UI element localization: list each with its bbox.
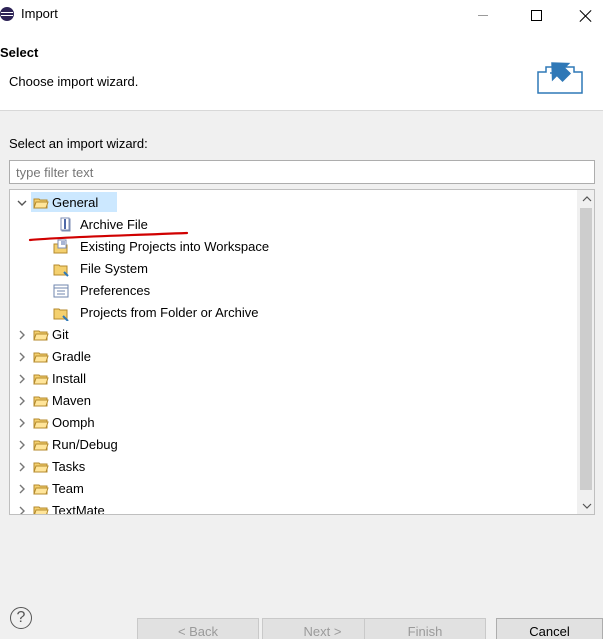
import-wizard-icon <box>537 62 583 94</box>
wizard-tree-content: General Archive File Existing Projects i… <box>10 190 576 514</box>
tree-item-git[interactable]: Git <box>10 324 570 346</box>
maximize-button[interactable] <box>513 0 559 31</box>
projects-folder-icon <box>53 308 69 321</box>
folder-icon <box>33 330 49 341</box>
existing-projects-icon <box>53 239 68 254</box>
window-title: Import <box>21 6 58 21</box>
tree-label-textmate: TextMate <box>52 503 105 514</box>
maximize-icon <box>530 10 542 21</box>
chevron-right-icon[interactable] <box>17 352 27 362</box>
folder-icon <box>33 462 49 473</box>
chevron-right-icon[interactable] <box>17 506 27 514</box>
close-button[interactable] <box>563 0 603 31</box>
tree-item-general[interactable]: General <box>10 192 570 214</box>
tree-label-projects-folder-archive: Projects from Folder or Archive <box>80 305 259 320</box>
tree-item-team[interactable]: Team <box>10 478 570 500</box>
button-bar: ? < Back Next > Finish Cancel <box>0 515 603 639</box>
close-icon <box>580 10 592 22</box>
title-bar: Import <box>0 0 603 31</box>
tree-label-run-debug: Run/Debug <box>52 437 118 452</box>
select-wizard-label: Select an import wizard: <box>9 136 148 151</box>
tree-label-existing-projects: Existing Projects into Workspace <box>80 239 270 254</box>
chevron-right-icon[interactable] <box>17 440 27 450</box>
tree-item-archive-file[interactable]: Archive File <box>10 214 570 236</box>
archive-file-icon <box>60 217 71 232</box>
tree-label-archive-file: Archive File <box>80 217 148 232</box>
tree-label-team: Team <box>52 481 84 496</box>
folder-icon <box>33 418 49 429</box>
tree-item-run-debug[interactable]: Run/Debug <box>10 434 570 456</box>
chevron-right-icon[interactable] <box>17 462 27 472</box>
folder-icon <box>33 440 49 451</box>
scroll-up-button[interactable] <box>578 190 594 207</box>
chevron-down-icon[interactable] <box>17 198 27 208</box>
wizard-tree[interactable]: General Archive File Existing Projects i… <box>9 189 595 515</box>
tree-item-textmate[interactable]: TextMate <box>10 500 570 514</box>
tree-label-oomph: Oomph <box>52 415 95 430</box>
folder-icon <box>33 352 49 363</box>
tree-label-preferences: Preferences <box>80 283 151 298</box>
cancel-button[interactable]: Cancel <box>496 618 603 639</box>
header-title: Select <box>0 45 39 60</box>
scroll-down-button[interactable] <box>578 497 594 514</box>
preferences-icon <box>53 284 69 298</box>
tree-item-tasks[interactable]: Tasks <box>10 456 570 478</box>
filter-input[interactable] <box>9 160 595 184</box>
tree-label-general: General <box>52 195 99 210</box>
tree-label-install: Install <box>52 371 86 386</box>
tree-item-gradle[interactable]: Gradle <box>10 346 570 368</box>
tree-label-git: Git <box>52 327 69 342</box>
tree-item-file-system[interactable]: File System <box>10 258 570 280</box>
minimize-button[interactable] <box>460 0 506 31</box>
wizard-header: Select Choose import wizard. <box>0 31 603 111</box>
tree-item-preferences[interactable]: Preferences <box>10 280 570 302</box>
folder-icon <box>33 506 49 514</box>
open-folder-icon <box>33 198 49 209</box>
back-button[interactable]: < Back <box>137 618 259 639</box>
eclipse-icon <box>0 7 14 21</box>
folder-icon <box>33 396 49 407</box>
chevron-right-icon[interactable] <box>17 418 27 428</box>
minimize-icon <box>478 15 488 16</box>
scroll-thumb[interactable] <box>580 208 592 490</box>
tree-label-file-system: File System <box>80 261 148 276</box>
tree-item-maven[interactable]: Maven <box>10 390 570 412</box>
header-subtitle: Choose import wizard. <box>9 74 139 89</box>
chevron-up-icon <box>582 195 591 201</box>
folder-icon <box>33 374 49 385</box>
folder-icon <box>33 484 49 495</box>
chevron-right-icon[interactable] <box>17 374 27 384</box>
tree-item-projects-folder-archive[interactable]: Projects from Folder or Archive <box>10 302 570 324</box>
tree-item-oomph[interactable]: Oomph <box>10 412 570 434</box>
tree-scrollbar[interactable] <box>577 190 594 514</box>
help-button[interactable]: ? <box>10 607 32 629</box>
tree-item-install[interactable]: Install <box>10 368 570 390</box>
tree-label-tasks: Tasks <box>52 459 86 474</box>
file-system-icon <box>53 264 69 277</box>
tree-label-gradle: Gradle <box>52 349 92 364</box>
finish-button[interactable]: Finish <box>364 618 486 639</box>
chevron-right-icon[interactable] <box>17 484 27 494</box>
tree-item-existing-projects[interactable]: Existing Projects into Workspace <box>10 236 570 258</box>
chevron-right-icon[interactable] <box>17 396 27 406</box>
chevron-right-icon[interactable] <box>17 330 27 340</box>
import-dialog: Import Select Choose import wizard. Sele… <box>0 0 603 639</box>
chevron-down-icon <box>582 503 591 509</box>
tree-label-maven: Maven <box>52 393 92 408</box>
